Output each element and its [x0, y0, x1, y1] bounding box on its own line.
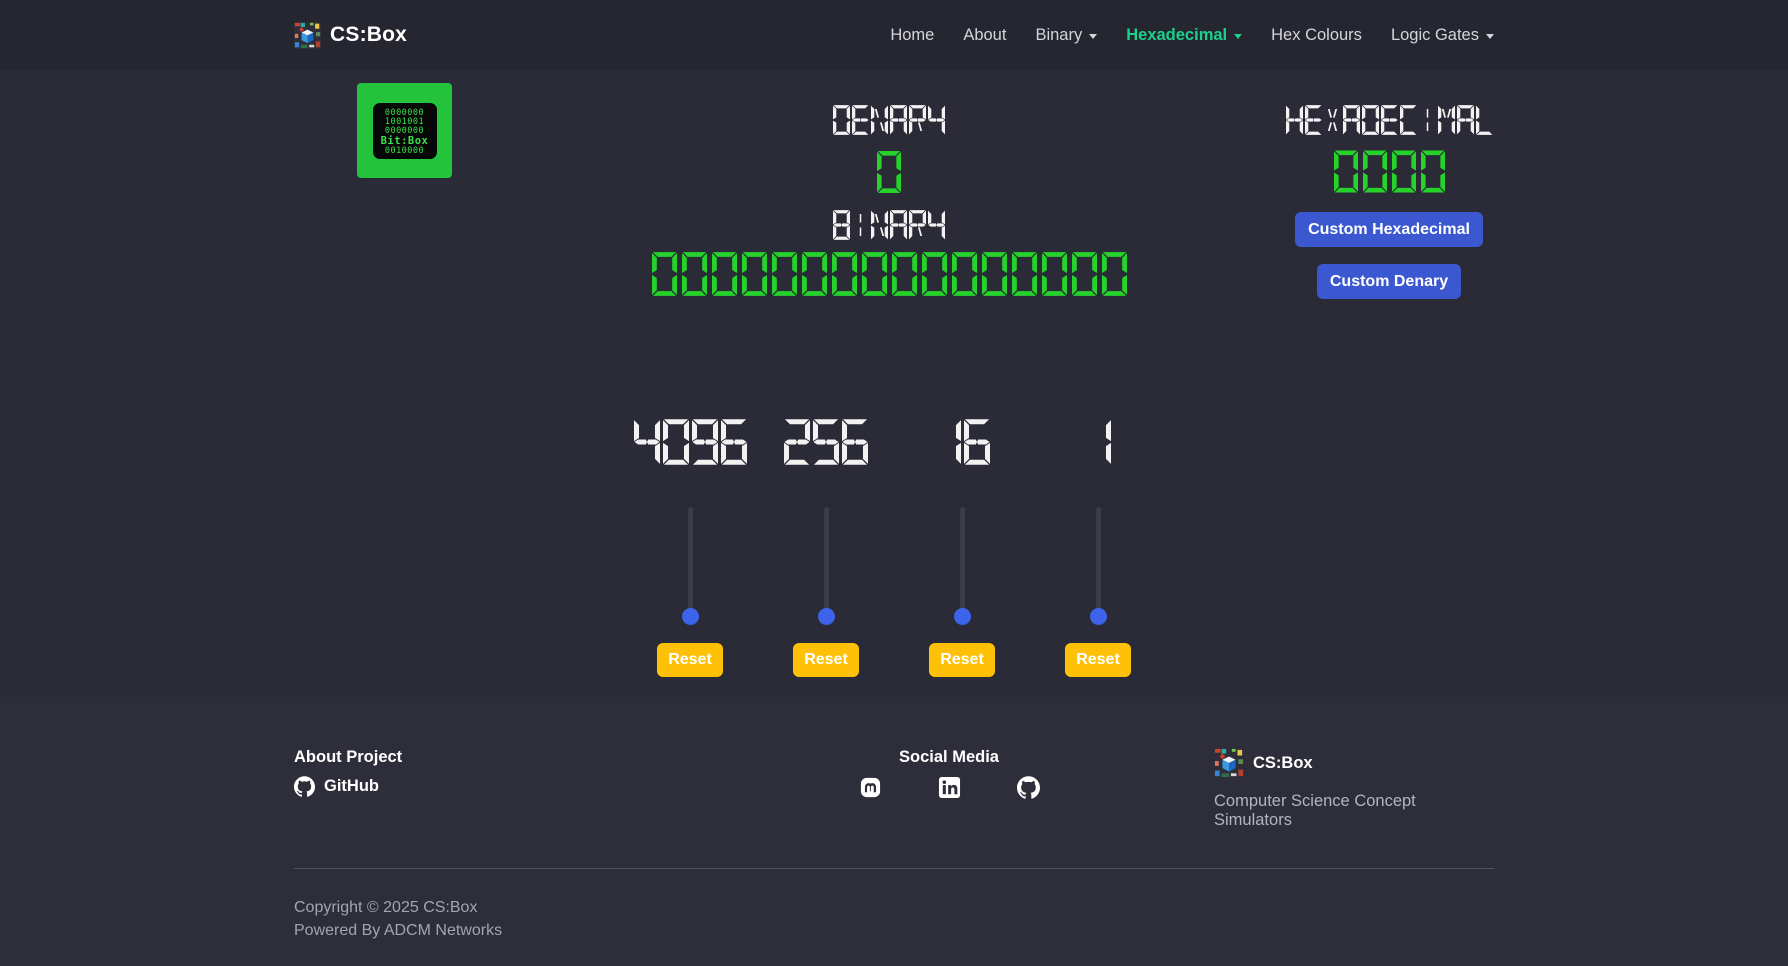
reset-button-256[interactable]: Reset [793, 643, 859, 677]
bitbox-logo: 0000000 1001001 0000000 Bit:Box 0010000 [357, 83, 452, 178]
social-icons-row [859, 776, 1040, 799]
mastodon-icon [859, 776, 882, 799]
bitbox-logo-screen: 0000000 1001001 0000000 Bit:Box 0010000 [373, 103, 437, 159]
navbar: CS:Box Home About Binary Hexadecimal Hex… [0, 0, 1788, 70]
bit-slider-4096[interactable] [682, 507, 699, 625]
social-media-heading: Social Media [899, 748, 999, 767]
slider-track[interactable] [824, 507, 829, 619]
footer-brand-name: CS:Box [1253, 754, 1313, 773]
sliders-section: Reset Reset Reset Reset [0, 417, 1788, 677]
slider-track[interactable] [688, 507, 693, 619]
custom-hexadecimal-button[interactable]: Custom Hexadecimal [1295, 212, 1483, 247]
bit-slider-16[interactable] [954, 507, 971, 625]
footer-tagline: Computer Science Concept Simulators [1214, 792, 1494, 830]
reset-button-1[interactable]: Reset [1065, 643, 1131, 677]
slider-column-256: Reset [766, 417, 886, 677]
nav-item-home[interactable]: Home [890, 26, 934, 45]
nav-links: Home About Binary Hexadecimal Hex Colour… [890, 26, 1494, 45]
caret-down-icon [1089, 34, 1097, 39]
nav-item-binary[interactable]: Binary [1035, 26, 1097, 45]
custom-denary-button[interactable]: Custom Denary [1317, 264, 1461, 299]
brand-name: CS:Box [330, 23, 407, 47]
csbox-logo-icon [294, 22, 321, 49]
slider-column-1: Reset [1038, 417, 1158, 677]
nav-item-about[interactable]: About [963, 26, 1006, 45]
slider-thumb[interactable] [682, 608, 699, 625]
place-value-label [935, 417, 990, 467]
slider-column-16: Reset [902, 417, 1022, 677]
denary-display [877, 149, 901, 195]
place-value-label [1085, 417, 1111, 467]
place-value-label [634, 417, 747, 467]
about-project-heading: About Project [294, 748, 684, 767]
linkedin-link[interactable] [938, 776, 961, 799]
reset-button-16[interactable]: Reset [929, 643, 995, 677]
denary-label [833, 104, 945, 136]
nav-item-logic-gates[interactable]: Logic Gates [1391, 26, 1494, 45]
nav-item-hexadecimal[interactable]: Hexadecimal [1126, 26, 1242, 45]
copyright-text: Copyright © 2025 CS:Box [294, 899, 1494, 917]
hexadecimal-display [1334, 148, 1445, 195]
place-value-label [784, 417, 868, 467]
bit-slider-1[interactable] [1090, 507, 1107, 625]
csbox-logo-icon [1214, 748, 1244, 778]
bit-slider-256[interactable] [818, 507, 835, 625]
nav-item-hex-colours[interactable]: Hex Colours [1271, 26, 1362, 45]
github-social-link[interactable] [1017, 776, 1040, 799]
github-link[interactable]: GitHub [294, 776, 684, 797]
github-icon [294, 776, 315, 797]
caret-down-icon [1234, 34, 1242, 39]
brand-link[interactable]: CS:Box [294, 22, 407, 49]
reset-button-4096[interactable]: Reset [657, 643, 723, 677]
slider-thumb[interactable] [1090, 608, 1107, 625]
caret-down-icon [1486, 34, 1494, 39]
footer: About Project GitHub Social Media [0, 697, 1788, 966]
mastodon-link[interactable] [859, 776, 882, 799]
binary-display [652, 250, 1127, 298]
footer-brand: CS:Box [1214, 748, 1494, 778]
slider-thumb[interactable] [954, 608, 971, 625]
linkedin-icon [938, 776, 961, 799]
powered-by-text: Powered By ADCM Networks [294, 922, 1494, 940]
main-content: 0000000 1001001 0000000 Bit:Box 0010000 … [0, 70, 1788, 697]
slider-column-4096: Reset [630, 417, 750, 677]
slider-track[interactable] [1096, 507, 1101, 619]
footer-divider [294, 868, 1494, 869]
slider-thumb[interactable] [818, 608, 835, 625]
binary-label [833, 209, 945, 241]
slider-track[interactable] [960, 507, 965, 619]
hexadecimal-label [1286, 104, 1493, 136]
github-icon [1017, 776, 1040, 799]
